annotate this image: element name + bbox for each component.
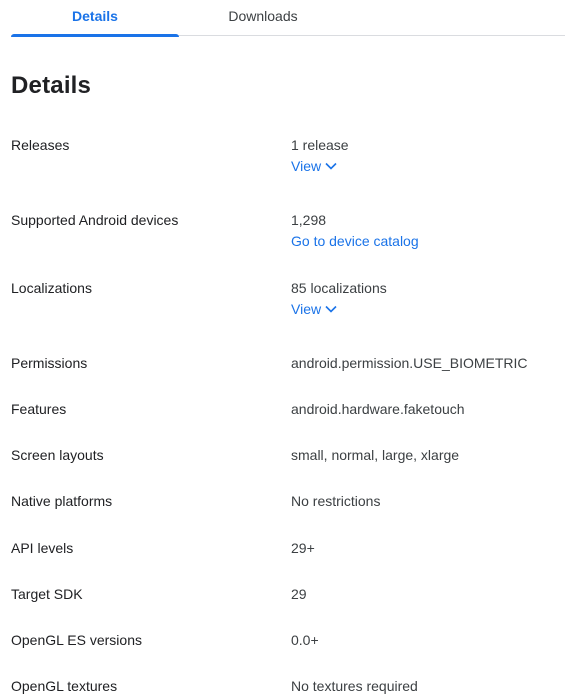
localizations-label: Localizations [11,280,92,296]
native-platforms-value: No restrictions [291,493,381,509]
tab-downloads[interactable]: Downloads [179,0,347,36]
opengl-textures-label: OpenGL textures [11,678,118,694]
releases-value-group: 1 release View [291,135,349,177]
chevron-down-icon [325,305,337,313]
localizations-view-link[interactable]: View [291,298,387,320]
opengl-textures-value: No textures required [291,678,418,694]
page-title: Details [11,72,92,99]
target-sdk-value: 29 [291,586,307,602]
screen-layouts-label: Screen layouts [11,447,104,463]
localizations-value: 85 localizations [291,280,387,296]
api-levels-value: 29+ [291,540,315,556]
opengl-es-label: OpenGL ES versions [11,632,142,648]
releases-label: Releases [11,137,70,153]
api-levels-label: API levels [11,540,74,556]
features-label: Features [11,401,67,417]
tab-details[interactable]: Details [11,0,179,37]
releases-view-link[interactable]: View [291,155,349,177]
features-value: android.hardware.faketouch [291,401,465,417]
permissions-value: android.permission.USE_BIOMETRIC [291,355,528,371]
releases-view-label: View [291,158,322,174]
native-platforms-label: Native platforms [11,493,113,509]
devices-label: Supported Android devices [11,212,179,228]
chevron-down-icon [325,162,337,170]
tab-bar: Details Downloads [11,0,565,37]
releases-value: 1 release [291,137,349,153]
devices-value-group: 1,298 Go to device catalog [291,210,419,252]
permissions-label: Permissions [11,355,88,371]
localizations-value-group: 85 localizations View [291,278,387,320]
opengl-es-value: 0.0+ [291,632,319,648]
localizations-view-label: View [291,301,322,317]
devices-value: 1,298 [291,212,327,228]
device-catalog-link[interactable]: Go to device catalog [291,230,419,252]
screen-layouts-value: small, normal, large, xlarge [291,447,460,463]
target-sdk-label: Target SDK [11,586,83,602]
